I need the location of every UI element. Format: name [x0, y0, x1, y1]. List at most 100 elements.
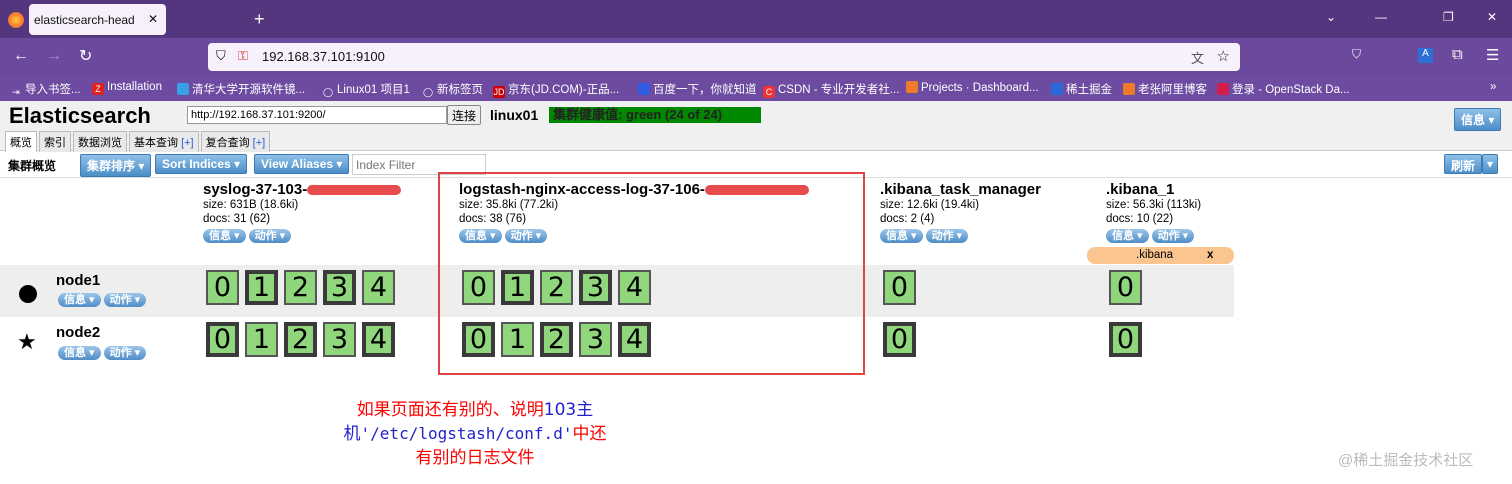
index-name: .kibana_1: [1106, 181, 1175, 198]
shard-0[interactable]: 0: [1109, 270, 1142, 305]
forward-icon[interactable]: →: [46, 47, 62, 65]
shard-4[interactable]: 4: [362, 322, 395, 357]
bookmark-openstack[interactable]: 登录 - OpenStack Da...: [1217, 81, 1350, 97]
bookmark-csdn[interactable]: C CSDN - 专业开发者社...: [763, 81, 899, 98]
csdn-icon: C: [763, 86, 775, 98]
gitlab-icon: [906, 81, 918, 93]
z-icon: Z: [92, 83, 104, 95]
view-aliases-button[interactable]: View Aliases ▾: [254, 154, 350, 174]
tab-indices[interactable]: 索引: [39, 131, 71, 152]
shard-0[interactable]: 0: [1109, 322, 1142, 357]
close-tab-icon[interactable]: ✕: [148, 12, 158, 26]
tab-list-icon[interactable]: ⌄: [1326, 10, 1336, 24]
index-kibana-task-manager: .kibana_task_manager size: 12.6ki (19.4k…: [880, 181, 1041, 243]
index-kibana-1: .kibana_1 size: 56.3ki (113ki) docs: 10 (…: [1106, 181, 1201, 243]
node-info-button[interactable]: 信息 ▾: [58, 293, 101, 307]
node-action-button[interactable]: 动作 ▾: [103, 293, 147, 307]
highlight-box: [438, 172, 865, 375]
pocket-icon[interactable]: ⛉: [1352, 47, 1361, 62]
master-node-circle-icon: [19, 285, 37, 303]
close-window-button[interactable]: ✕: [1487, 10, 1497, 24]
browser-tab[interactable]: elasticsearch-head ✕: [29, 4, 166, 35]
index-docs: docs: 31 (62): [203, 213, 271, 225]
index-info-button[interactable]: 信息 ▾: [1106, 229, 1149, 243]
tab-basic-query[interactable]: 基本查询 [+]: [129, 131, 199, 152]
index-size: size: 56.3ki (113ki): [1106, 199, 1202, 211]
alias-name: .kibana: [1136, 249, 1174, 261]
translate-icon[interactable]: 文: [1191, 48, 1204, 67]
index-info-button[interactable]: 信息 ▾: [203, 229, 246, 243]
shard-3[interactable]: 3: [323, 270, 356, 305]
minimize-button[interactable]: —: [1375, 10, 1387, 24]
shard-2[interactable]: 2: [284, 322, 317, 357]
navigation-bar: ← → ↻ 192.168.37.101:9100 ⛉ ⚿ 文 ☆ ⛉ A ⧉ …: [0, 38, 1512, 76]
bookmark-installation[interactable]: Z Installation: [92, 81, 162, 95]
translate-extension-icon[interactable]: A: [1418, 48, 1433, 63]
bookmark-baidu[interactable]: 百度一下，你就知道: [638, 81, 757, 97]
address-bar[interactable]: 192.168.37.101:9100 ⛉ ⚿ 文 ☆: [208, 43, 1240, 71]
sort-indices-button[interactable]: Sort Indices ▾: [155, 154, 248, 174]
shard-1[interactable]: 1: [245, 322, 278, 357]
bookmark-tsinghua[interactable]: 清华大学开源软件镜...: [177, 81, 305, 97]
index-info-button[interactable]: 信息 ▾: [880, 229, 923, 243]
shard-1[interactable]: 1: [245, 270, 278, 305]
alias-remove-icon[interactable]: x: [1207, 247, 1213, 264]
node-action-button[interactable]: 动作 ▾: [103, 346, 147, 360]
tab-overview[interactable]: 概览: [5, 131, 37, 152]
cluster-name: linux01: [490, 107, 539, 123]
index-action-button[interactable]: 动作 ▾: [1151, 229, 1195, 243]
bookmark-star-icon[interactable]: ☆: [1217, 47, 1230, 65]
index-size: size: 631B (18.6ki): [203, 199, 299, 211]
bookmarks-bar: ⇥ 导入书签... Z Installation 清华大学开源软件镜... ◯ Lin…: [0, 76, 1512, 101]
node-info-button[interactable]: 信息 ▾: [58, 346, 101, 360]
tab-complex-query[interactable]: 复合查询 [+]: [200, 131, 271, 152]
bookmark-juejin[interactable]: 稀土掘金: [1051, 81, 1112, 97]
shard-4[interactable]: 4: [362, 270, 395, 305]
index-action-button[interactable]: 动作 ▾: [248, 229, 292, 243]
bookmark-newtab[interactable]: ◯ 新标签页: [422, 81, 483, 98]
baidu-icon: [638, 83, 650, 95]
refresh-button[interactable]: 刷新: [1444, 154, 1483, 174]
tab-browser[interactable]: 数据浏览: [73, 131, 127, 152]
tab-title: elasticsearch-head: [34, 13, 135, 27]
refresh-options-dropdown[interactable]: ▾: [1482, 154, 1499, 174]
index-docs: docs: 10 (22): [1106, 213, 1174, 225]
index-name: syslog-37-103-: [203, 181, 308, 198]
bookmark-gitlab[interactable]: Projects · Dashboard...: [906, 81, 1039, 94]
cluster-health-badge: 集群健康值: green (24 of 24): [549, 107, 761, 123]
index-name: .kibana_task_manager: [880, 181, 1041, 198]
connect-url-input[interactable]: [187, 106, 447, 124]
menu-icon[interactable]: ☰: [1486, 46, 1499, 64]
bookmark-jd[interactable]: JD 京东(JD.COM)-正品...: [493, 81, 619, 98]
bookmark-import[interactable]: ⇥ 导入书签...: [10, 81, 80, 98]
index-size: size: 12.6ki (19.4ki): [880, 199, 980, 211]
extensions-icon[interactable]: ⧉: [1452, 46, 1463, 63]
shard-0[interactable]: 0: [883, 322, 916, 357]
alias-badge[interactable]: .kibana x: [1087, 247, 1234, 264]
more-bookmarks-icon[interactable]: »: [1490, 81, 1496, 93]
shard-0[interactable]: 0: [206, 270, 239, 305]
restore-button[interactable]: ❐: [1443, 10, 1454, 24]
toolbar-title: 集群概览: [8, 159, 57, 173]
back-icon[interactable]: ←: [13, 47, 29, 65]
new-tab-button[interactable]: +: [254, 9, 265, 30]
connect-button[interactable]: 连接: [447, 105, 482, 125]
insecure-lock-icon[interactable]: ⚿: [238, 48, 248, 64]
openstack-icon: [1217, 83, 1229, 95]
shield-icon[interactable]: ⛉: [216, 48, 226, 64]
shard-0[interactable]: 0: [883, 270, 916, 305]
node-star-icon: ★: [17, 329, 37, 354]
shard-0[interactable]: 0: [206, 322, 239, 357]
index-action-button[interactable]: 动作 ▾: [925, 229, 969, 243]
bookmark-linux01[interactable]: ◯ Linux01 项目1: [322, 81, 410, 98]
index-syslog: syslog-37-103- size: 631B (18.6ki) docs: …: [203, 181, 402, 243]
bookmark-blog[interactable]: 老张阿里博客: [1123, 81, 1207, 97]
shard-2[interactable]: 2: [284, 270, 317, 305]
index-docs: docs: 2 (4): [880, 213, 935, 225]
cluster-sort-button[interactable]: 集群排序 ▾: [80, 154, 152, 177]
reload-icon[interactable]: ↻: [79, 46, 92, 66]
import-icon: ⇥: [12, 87, 20, 97]
tsinghua-icon: [177, 83, 189, 95]
info-menu-button[interactable]: 信息 ▾: [1454, 108, 1502, 131]
shard-3[interactable]: 3: [323, 322, 356, 357]
